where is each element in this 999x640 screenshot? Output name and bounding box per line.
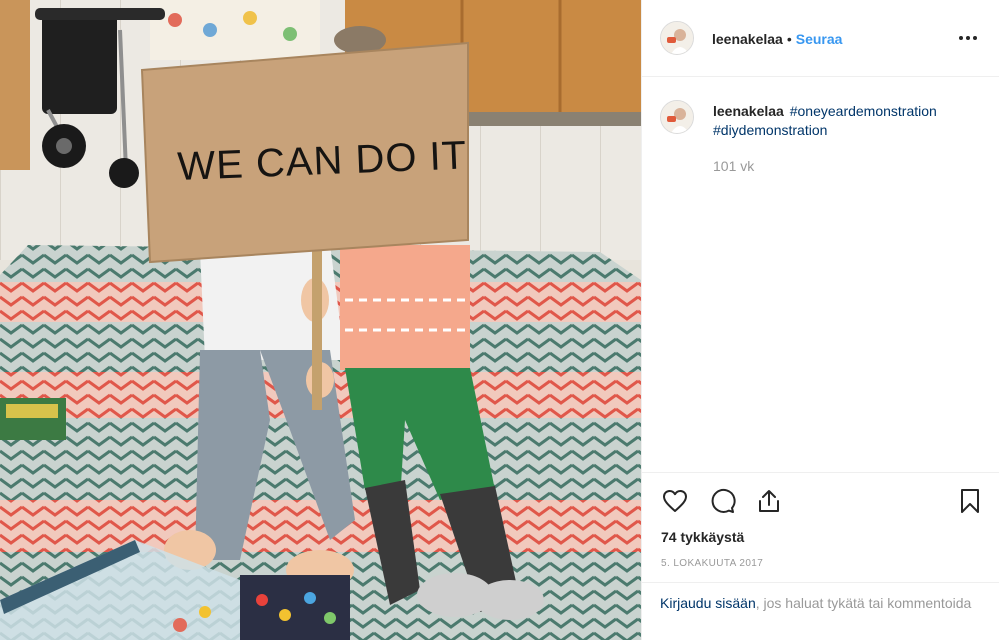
login-link[interactable]: Kirjaudu sisään [660,595,756,611]
lego-box [0,398,66,440]
comment-icon[interactable] [708,487,736,515]
bookmark-icon[interactable] [956,487,984,515]
follow-button[interactable]: Seuraa [796,31,843,47]
like-count[interactable]: 74 tykkäystä [661,529,744,545]
action-bar: 74 tykkäystä 5. LOKAKUUTA 2017 [642,472,999,582]
protest-sign: WE CAN DO IT [140,41,469,264]
caption-username[interactable]: leenakelaa [713,103,784,119]
avatar[interactable] [660,21,694,55]
heart-icon[interactable] [661,487,689,515]
separator-dot: • [786,31,792,47]
hashtag-link[interactable]: #oneyeardemonstration [790,103,937,119]
header-username[interactable]: leenakelaa [712,31,783,47]
post-photo[interactable]: WE CAN DO IT [0,0,641,640]
login-prompt-rest: , jos haluat tykätä tai kommentoida [755,595,972,611]
login-prompt: Kirjaudu sisään, jos haluat tykätä tai k… [642,582,999,640]
hashtag-link[interactable]: #diydemonstration [713,122,827,138]
post-date[interactable]: 5. LOKAKUUTA 2017 [661,558,763,569]
post-header: leenakelaa • Seuraa [642,0,999,77]
post-side-panel: leenakelaa • Seuraa leenakelaa #oneyeardem… [641,0,999,640]
login-prompt-text: Kirjaudu sisään, jos haluat tykätä tai k… [660,594,980,613]
share-icon[interactable] [755,487,783,515]
post-age[interactable]: 101 vk [713,158,754,174]
caption-avatar[interactable] [660,100,694,134]
user-line: leenakelaa • Seuraa [712,30,842,48]
caption-text: leenakelaa #oneyeardemonstration #diydem… [713,102,985,140]
more-options-icon[interactable] [956,28,980,48]
